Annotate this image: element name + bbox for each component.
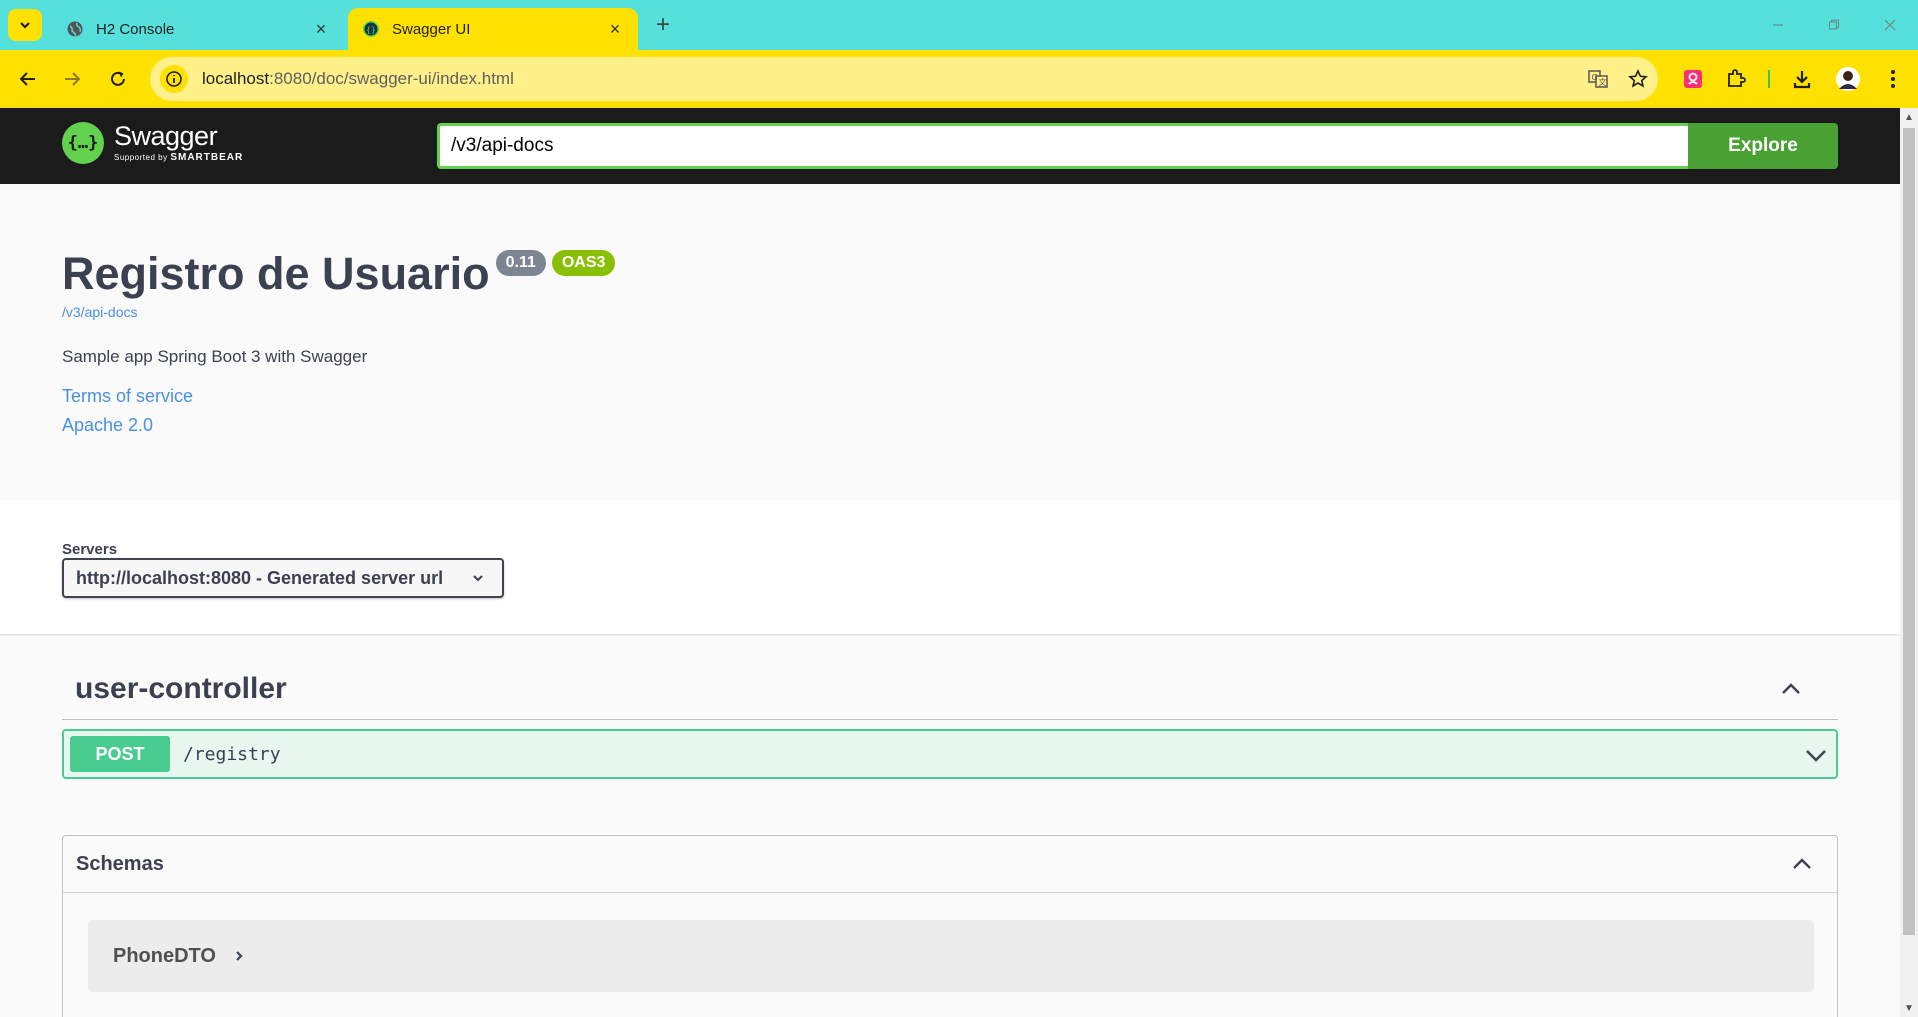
- svg-text:G: G: [1592, 73, 1598, 82]
- svg-text:{}: {}: [366, 26, 376, 35]
- servers-label: Servers: [62, 541, 118, 558]
- browser-toolbar: localhost:8080/doc/swagger-ui/index.html…: [0, 50, 1918, 108]
- tab-title: Swagger UI: [392, 20, 471, 38]
- spec-url-link[interactable]: /v3/api-docs: [62, 304, 137, 320]
- model-phonedto[interactable]: PhoneDTO: [88, 920, 1814, 992]
- swagger-logo-icon: {…}: [62, 122, 104, 164]
- url-host: localhost: [202, 69, 270, 88]
- servers-select[interactable]: http://localhost:8080 - Generated server…: [62, 558, 504, 598]
- extensions-button[interactable]: [1720, 63, 1752, 95]
- svg-text:文: 文: [1599, 77, 1607, 87]
- api-title-row: Registro de Usuario 0.11 OAS3: [62, 248, 616, 300]
- tab-h2-console[interactable]: H2 Console ×: [52, 8, 344, 50]
- reload-icon: [111, 71, 125, 86]
- chevron-right-icon: [232, 949, 246, 963]
- api-info: Registro de Usuario 0.11 OAS3 /v3/api-do…: [0, 184, 1900, 500]
- explore-button[interactable]: Explore: [1688, 123, 1838, 169]
- new-tab-button[interactable]: +: [650, 11, 676, 38]
- http-method-badge: POST: [70, 736, 170, 772]
- supported-by-text: Supported by: [114, 153, 168, 162]
- arrow-right-icon: [65, 72, 81, 86]
- puzzle-icon: [1728, 69, 1746, 87]
- swagger-topbar: {…} Swagger Supported by SMARTBEAR /v3/a…: [0, 108, 1900, 184]
- tab-search-button[interactable]: [8, 9, 42, 41]
- tab-swagger-ui[interactable]: {} Swagger UI ×: [348, 8, 638, 50]
- reload-button[interactable]: [102, 63, 134, 95]
- close-tab-icon[interactable]: ×: [312, 19, 330, 39]
- more-vertical-icon: [1891, 70, 1895, 88]
- servers-section: Servers http://localhost:8080 - Generate…: [0, 500, 1900, 634]
- license-link[interactable]: Apache 2.0: [62, 415, 153, 436]
- site-info-icon[interactable]: [160, 65, 188, 93]
- swagger-supported: Supported by SMARTBEAR: [114, 152, 243, 163]
- avatar-icon: [1836, 67, 1860, 91]
- tag-name: user-controller: [75, 671, 287, 705]
- tab-title: H2 Console: [96, 20, 175, 38]
- close-tab-icon[interactable]: ×: [606, 19, 624, 39]
- schemas-title: Schemas: [76, 852, 164, 875]
- close-window-icon[interactable]: [1862, 0, 1918, 50]
- address-bar[interactable]: localhost:8080/doc/swagger-ui/index.html…: [150, 57, 1658, 101]
- scrollbar-thumb[interactable]: [1903, 128, 1915, 935]
- swagger-logo[interactable]: {…} Swagger Supported by SMARTBEAR: [62, 122, 243, 164]
- extension-pink-button[interactable]: [1677, 63, 1709, 95]
- model-name: PhoneDTO: [113, 944, 216, 967]
- chevron-down-icon[interactable]: [1804, 743, 1828, 767]
- downloads-button[interactable]: [1786, 63, 1818, 95]
- translate-icon[interactable]: G文: [1584, 65, 1612, 93]
- restore-icon[interactable]: [1806, 0, 1862, 50]
- oas-badge: OAS3: [551, 250, 616, 276]
- browser-tab-bar: H2 Console × {} Swagger UI × +: [0, 0, 1918, 50]
- globe-icon: [66, 20, 84, 38]
- chevron-down-icon: [20, 22, 30, 29]
- extension-badge-icon: [1684, 70, 1702, 88]
- swagger-favicon-icon: {}: [362, 20, 380, 38]
- page-scrollbar[interactable]: ▲ ▼: [1900, 108, 1918, 1017]
- chevron-down-icon: [473, 575, 483, 582]
- api-description: Sample app Spring Boot 3 with Swagger: [62, 347, 368, 366]
- scroll-down-icon[interactable]: ▼: [1900, 999, 1918, 1017]
- swagger-logo-text: Swagger Supported by SMARTBEAR: [114, 121, 243, 164]
- back-button[interactable]: [12, 63, 44, 95]
- operation-post-registry[interactable]: POST /registry: [62, 729, 1838, 779]
- operation-path: /registry: [183, 743, 281, 765]
- chevron-up-icon[interactable]: [1791, 853, 1813, 875]
- minimize-icon[interactable]: [1750, 0, 1806, 50]
- servers-selected-value: http://localhost:8080 - Generated server…: [76, 567, 444, 588]
- scroll-up-icon[interactable]: ▲: [1900, 108, 1918, 126]
- schemas-section: Schemas PhoneDTO: [62, 835, 1838, 1017]
- tag-section-header[interactable]: user-controller: [62, 658, 1838, 720]
- version-badge: 0.11: [495, 250, 546, 276]
- api-title: Registro de Usuario: [62, 248, 490, 299]
- smartbear-text: SMARTBEAR: [170, 152, 244, 163]
- download-icon: [1793, 71, 1811, 89]
- schemas-header[interactable]: Schemas: [63, 836, 1837, 893]
- url-path: :8080/doc/swagger-ui/index.html: [269, 69, 514, 88]
- swagger-wordmark: Swagger: [114, 121, 218, 151]
- toolbar-divider: [1768, 70, 1770, 88]
- terms-of-service-link[interactable]: Terms of service: [62, 386, 193, 407]
- spec-url-input[interactable]: /v3/api-docs: [437, 123, 1688, 169]
- arrow-left-icon: [19, 72, 35, 86]
- browser-menu-button[interactable]: [1877, 63, 1909, 95]
- profile-avatar[interactable]: [1832, 63, 1864, 95]
- address-url: localhost:8080/doc/swagger-ui/index.html: [202, 69, 514, 89]
- forward-button[interactable]: [56, 63, 88, 95]
- star-icon[interactable]: [1624, 65, 1652, 93]
- chevron-up-icon[interactable]: [1780, 678, 1802, 700]
